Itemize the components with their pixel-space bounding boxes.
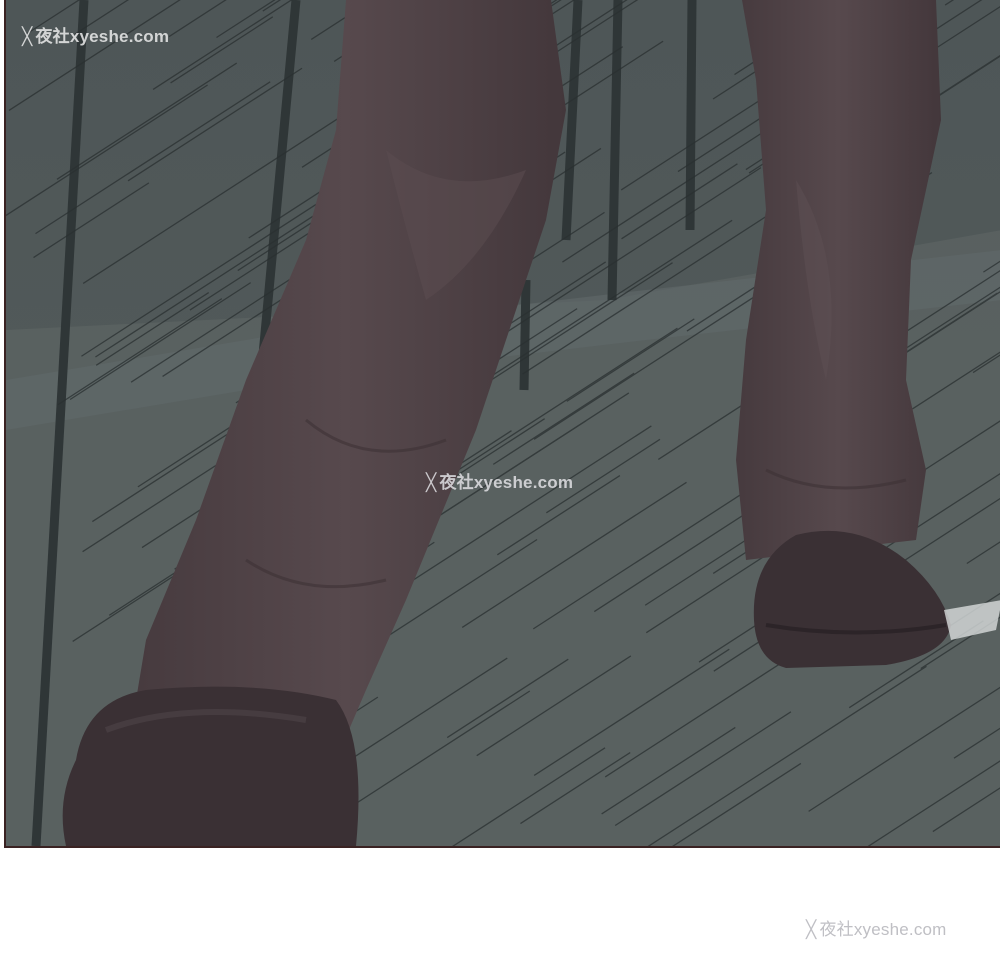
- watermark-center: ╳ 夜社xyeshe.com: [426, 468, 573, 493]
- watermark-bottom-right: ╳ 夜社xyeshe.com: [806, 915, 947, 940]
- watermark-x-icon: ╳: [22, 27, 33, 46]
- watermark-x-icon: ╳: [426, 473, 437, 492]
- watermark-top-left: ╳ 夜社xyeshe.com: [22, 22, 169, 47]
- watermark-x-icon: ╳: [806, 920, 817, 939]
- comic-panel: ╳ 夜社xyeshe.com: [4, 0, 1000, 848]
- watermark-text: 夜社xyeshe.com: [35, 27, 170, 46]
- watermark-text: 夜社xyeshe.com: [819, 920, 947, 939]
- watermark-text: 夜社xyeshe.com: [439, 473, 574, 492]
- panel-illustration: [6, 0, 1000, 846]
